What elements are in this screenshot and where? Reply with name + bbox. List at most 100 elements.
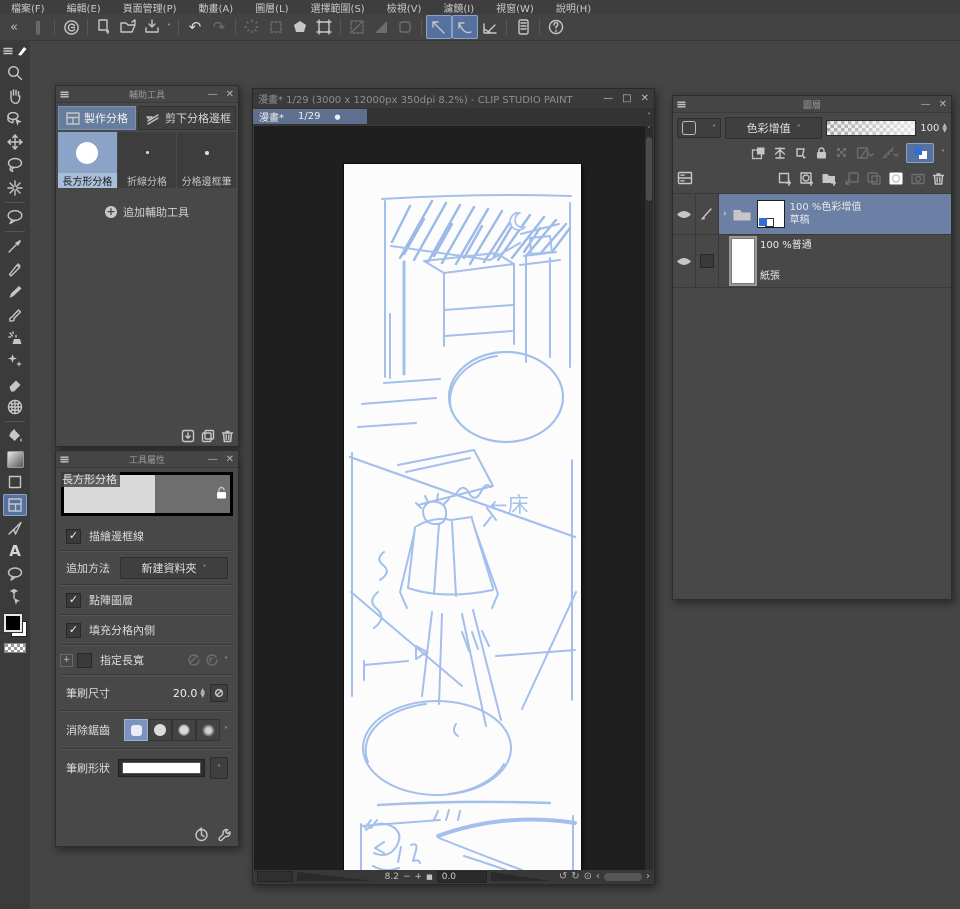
collapse-icon[interactable]: « — [2, 16, 26, 38]
figure-tool-icon[interactable] — [3, 471, 27, 493]
paper-thumbnail[interactable] — [731, 238, 755, 284]
zoom-out-button[interactable]: − — [403, 872, 411, 882]
redo-icon[interactable]: ↷ — [207, 16, 231, 38]
panel-menu-icon[interactable] — [60, 455, 69, 464]
panel-menu-icon[interactable] — [60, 90, 69, 99]
tab-list-chevron-icon[interactable]: ˅ — [647, 112, 651, 121]
canvas-tab[interactable]: 漫畫* 1/29 ● — [253, 109, 367, 124]
canvas-viewport[interactable]: ←床 ˄ — [254, 126, 653, 870]
reset-defaults-icon[interactable] — [194, 827, 209, 842]
menu-file[interactable]: 檔案(F) — [0, 0, 56, 15]
antialias-none-button[interactable] — [124, 719, 148, 741]
menu-animation[interactable]: 動畫(A) — [188, 0, 245, 15]
snap-to-grid-icon[interactable] — [478, 16, 502, 38]
zoom-tool-icon[interactable] — [3, 62, 27, 84]
operation-tool-icon[interactable] — [3, 586, 27, 608]
layer-name[interactable]: 草稿 — [790, 214, 862, 227]
brush-size-value[interactable]: 20.0 — [173, 687, 198, 700]
open-file-icon[interactable] — [116, 16, 140, 38]
subtool-rectangle-frame[interactable]: 長方形分格 — [58, 132, 117, 188]
canvas-vertical-scrollbar[interactable]: ˄ — [645, 126, 653, 870]
transparent-color-swatch[interactable] — [4, 643, 26, 653]
delete-subtool-icon[interactable] — [221, 429, 234, 443]
scroll-right-icon[interactable]: › — [646, 871, 650, 882]
brush-shape-preview[interactable] — [118, 759, 205, 777]
chevron-down-icon[interactable]: ˅ — [224, 726, 228, 735]
antialias-weak-button[interactable] — [148, 719, 172, 741]
panel-close-icon[interactable]: ✕ — [939, 99, 947, 110]
opacity-slider[interactable] — [826, 120, 917, 136]
add-subtool-button[interactable]: + 追加輔助工具 — [56, 204, 238, 220]
new-folder-icon[interactable] — [821, 171, 838, 186]
panel-minimize-icon[interactable]: — — [208, 454, 218, 465]
menu-edit[interactable]: 編輯(E) — [56, 0, 112, 15]
panel-close-icon[interactable]: ✕ — [226, 89, 234, 100]
layer-row-draft[interactable]: › 100 %色彩增值 草稿 — [673, 194, 951, 235]
visibility-eye-icon[interactable] — [673, 235, 696, 287]
scroll-left-icon[interactable]: ‹ — [596, 871, 600, 882]
selection-convert-icon[interactable] — [369, 16, 393, 38]
wrench-icon[interactable] — [217, 827, 232, 842]
duplicate-subtool-icon[interactable] — [201, 429, 215, 443]
hand-tool-icon[interactable] — [3, 85, 27, 107]
expand-chevron-icon[interactable]: › — [723, 209, 727, 219]
reset-rotation-icon[interactable]: ⊙ — [584, 871, 592, 882]
menu-window[interactable]: 視窗(W) — [485, 0, 545, 15]
checkbox-size-spec[interactable] — [77, 652, 92, 668]
navigator-mini[interactable] — [257, 871, 293, 882]
checkbox-raster-layer[interactable] — [66, 592, 81, 608]
antialias-strong-button[interactable] — [196, 719, 220, 741]
liquify-tool-icon[interactable] — [3, 396, 27, 418]
new-raster-layer-icon[interactable] — [777, 171, 793, 186]
panel-minimize-icon[interactable]: — — [208, 89, 218, 100]
eraser-tool-icon[interactable] — [3, 373, 27, 395]
window-minimize-icon[interactable]: — — [603, 93, 613, 104]
rotation-slider[interactable] — [490, 872, 551, 881]
menu-selection[interactable]: 選擇範圍(S) — [300, 0, 376, 15]
new-correction-layer-icon[interactable] — [799, 171, 815, 186]
pen-tool-icon[interactable] — [3, 258, 27, 280]
apply-mask-icon[interactable] — [910, 171, 926, 186]
move-layer-tool-icon[interactable] — [3, 131, 27, 153]
subtool-frame-border-pen[interactable]: 分格邊框筆 — [177, 132, 237, 188]
drag-handle-icon[interactable]: ‖ — [26, 16, 50, 38]
airbrush-tool-icon[interactable] — [3, 327, 27, 349]
merge-down-icon[interactable] — [866, 171, 882, 186]
panel-close-icon[interactable]: ✕ — [226, 454, 234, 465]
subtool-polyline-frame[interactable]: 折線分格 — [117, 132, 177, 188]
tab-make-frame[interactable]: 製作分格 — [58, 106, 136, 130]
window-maximize-icon[interactable]: □ — [622, 93, 631, 104]
lock-transparent-icon[interactable] — [835, 146, 849, 160]
stepper-icon[interactable]: ▲ ▼ — [942, 123, 947, 134]
lock-icon[interactable] — [215, 485, 228, 500]
expand-icon[interactable]: + — [60, 653, 73, 667]
create-mask-icon[interactable] — [888, 171, 904, 186]
crop-canvas-icon[interactable] — [312, 16, 336, 38]
layer-thumbnail[interactable] — [756, 200, 785, 228]
undo-icon[interactable]: ↶ — [183, 16, 207, 38]
stepper-icon[interactable]: ▲ ▼ — [200, 688, 205, 699]
fit-screen-icon[interactable]: ■ — [426, 873, 433, 881]
opacity-value[interactable]: 100 — [920, 123, 939, 134]
window-close-icon[interactable]: ✕ — [641, 93, 649, 104]
canvas-page[interactable]: ←床 — [344, 164, 581, 870]
fill-bucket-tool-icon[interactable] — [3, 425, 27, 447]
brush-size-dynamics-button[interactable] — [210, 684, 228, 702]
text-tool-icon[interactable]: A — [3, 540, 27, 562]
layer-row-paper[interactable]: 100 %普通 紙張 — [673, 235, 951, 288]
chevron-down-icon[interactable]: ˅ — [210, 757, 228, 779]
transfer-down-icon[interactable] — [844, 171, 860, 186]
pencil-tool-icon[interactable] — [3, 281, 27, 303]
frame-border-tool-icon[interactable] — [3, 494, 27, 516]
rotate-left-icon[interactable]: ↺ — [559, 871, 567, 882]
menu-layer[interactable]: 圖層(L) — [244, 0, 299, 15]
ruler-icon[interactable] — [881, 146, 899, 160]
checkbox-fill-inside[interactable] — [66, 622, 81, 638]
new-canvas-icon[interactable] — [92, 16, 116, 38]
layer-mask-icon[interactable] — [856, 146, 874, 160]
panel-minimize-icon[interactable]: — — [921, 99, 931, 110]
fill-polygon-icon[interactable] — [288, 16, 312, 38]
scrollbar-thumb[interactable] — [646, 137, 652, 201]
brush-tool-icon[interactable] — [3, 304, 27, 326]
import-subtool-icon[interactable] — [181, 429, 195, 443]
